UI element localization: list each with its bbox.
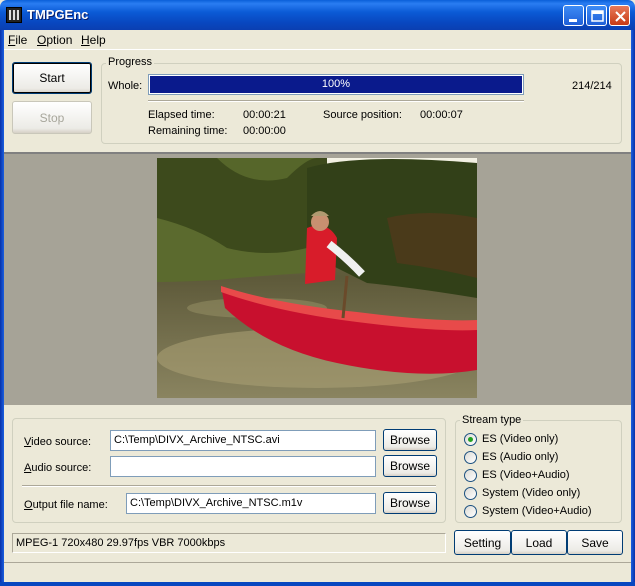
progress-group-title: Progress	[106, 56, 155, 68]
window-border-bottom	[0, 582, 635, 586]
stream-type-option[interactable]: System (Video only)	[464, 485, 580, 501]
stream-type-option[interactable]: ES (Video only)	[464, 431, 558, 447]
window-title: TMPGEnc	[27, 7, 89, 22]
whole-label: Whole:	[108, 80, 143, 92]
title-bar[interactable]: TMPGEnc	[0, 0, 635, 30]
sources-separator	[22, 485, 436, 487]
setting-button[interactable]: Setting	[454, 530, 511, 555]
video-source-label-text: ideo source:	[31, 436, 92, 448]
browse-output-button[interactable]: Browse	[383, 492, 437, 514]
radio-button[interactable]	[464, 486, 477, 500]
radio-button[interactable]	[464, 432, 477, 446]
menu-bar: File Option Help	[4, 30, 631, 50]
menu-option-label: ption	[46, 33, 73, 47]
save-button[interactable]: Save	[567, 530, 623, 555]
status-bar	[4, 562, 631, 582]
minimize-icon	[569, 19, 577, 22]
load-button[interactable]: Load	[511, 530, 567, 555]
maximize-button[interactable]	[586, 5, 607, 26]
window-border-right	[631, 30, 635, 586]
audio-source-field[interactable]	[110, 456, 376, 477]
stream-type-option-label: System (Video only)	[482, 487, 581, 499]
progress-bar: 100%	[148, 74, 524, 95]
video-source-field[interactable]: C:\Temp\DIVX_Archive_NTSC.avi	[110, 430, 376, 451]
source-position-label: Source position:	[323, 109, 402, 121]
output-file-label: Output file name:	[24, 499, 108, 511]
remaining-label: Remaining time:	[148, 125, 228, 137]
elapsed-label: Elapsed time:	[148, 109, 215, 121]
format-status: MPEG-1 720x480 29.97fps VBR 7000kbps	[12, 533, 446, 553]
audio-source-label: Audio source:	[24, 462, 91, 474]
progress-percent: 100%	[321, 78, 351, 90]
stream-type-option[interactable]: ES (Video+Audio)	[464, 467, 570, 483]
source-position-value: 00:00:07	[420, 109, 463, 121]
menu-help-label: elp	[89, 33, 106, 47]
menu-file-label: ile	[15, 33, 28, 47]
menu-option[interactable]: Option	[37, 33, 72, 47]
output-file-mnemonic: O	[24, 499, 33, 511]
frame-count: 214/214	[572, 80, 612, 92]
app-icon[interactable]	[6, 7, 22, 23]
output-file-label-text: utput file name:	[32, 499, 108, 511]
audio-source-label-text: udio source:	[31, 462, 92, 474]
stream-type-option[interactable]: System (Video+Audio)	[464, 503, 592, 519]
menu-option-mnemonic: O	[37, 33, 47, 47]
video-preview-image	[157, 158, 477, 398]
menu-help[interactable]: Help	[81, 33, 106, 47]
browse-audio-button[interactable]: Browse	[383, 455, 437, 477]
browse-video-button[interactable]: Browse	[383, 429, 437, 451]
close-icon	[615, 11, 626, 22]
close-button[interactable]	[609, 5, 630, 26]
stream-type-title: Stream type	[460, 414, 524, 426]
video-source-label: Video source:	[24, 436, 91, 448]
stream-type-option-label: System (Video+Audio)	[482, 505, 592, 517]
remaining-value: 00:00:00	[243, 125, 286, 137]
maximize-icon	[591, 10, 604, 22]
stream-type-option-label: ES (Video only)	[482, 433, 559, 445]
stop-button[interactable]: Stop	[12, 101, 92, 134]
progress-separator	[148, 100, 524, 102]
radio-button[interactable]	[464, 450, 477, 464]
stream-type-option[interactable]: ES (Audio only)	[464, 449, 558, 465]
output-file-field[interactable]: C:\Temp\DIVX_Archive_NTSC.m1v	[126, 493, 376, 514]
minimize-button[interactable]	[563, 5, 584, 26]
start-button[interactable]: Start	[12, 62, 92, 94]
stream-type-option-label: ES (Video+Audio)	[482, 469, 570, 481]
radio-button[interactable]	[464, 468, 477, 482]
elapsed-value: 00:00:21	[243, 109, 286, 121]
stream-type-option-label: ES (Audio only)	[482, 451, 559, 463]
menu-file[interactable]: File	[8, 33, 27, 47]
radio-button[interactable]	[464, 504, 477, 518]
menu-help-mnemonic: H	[81, 33, 90, 47]
